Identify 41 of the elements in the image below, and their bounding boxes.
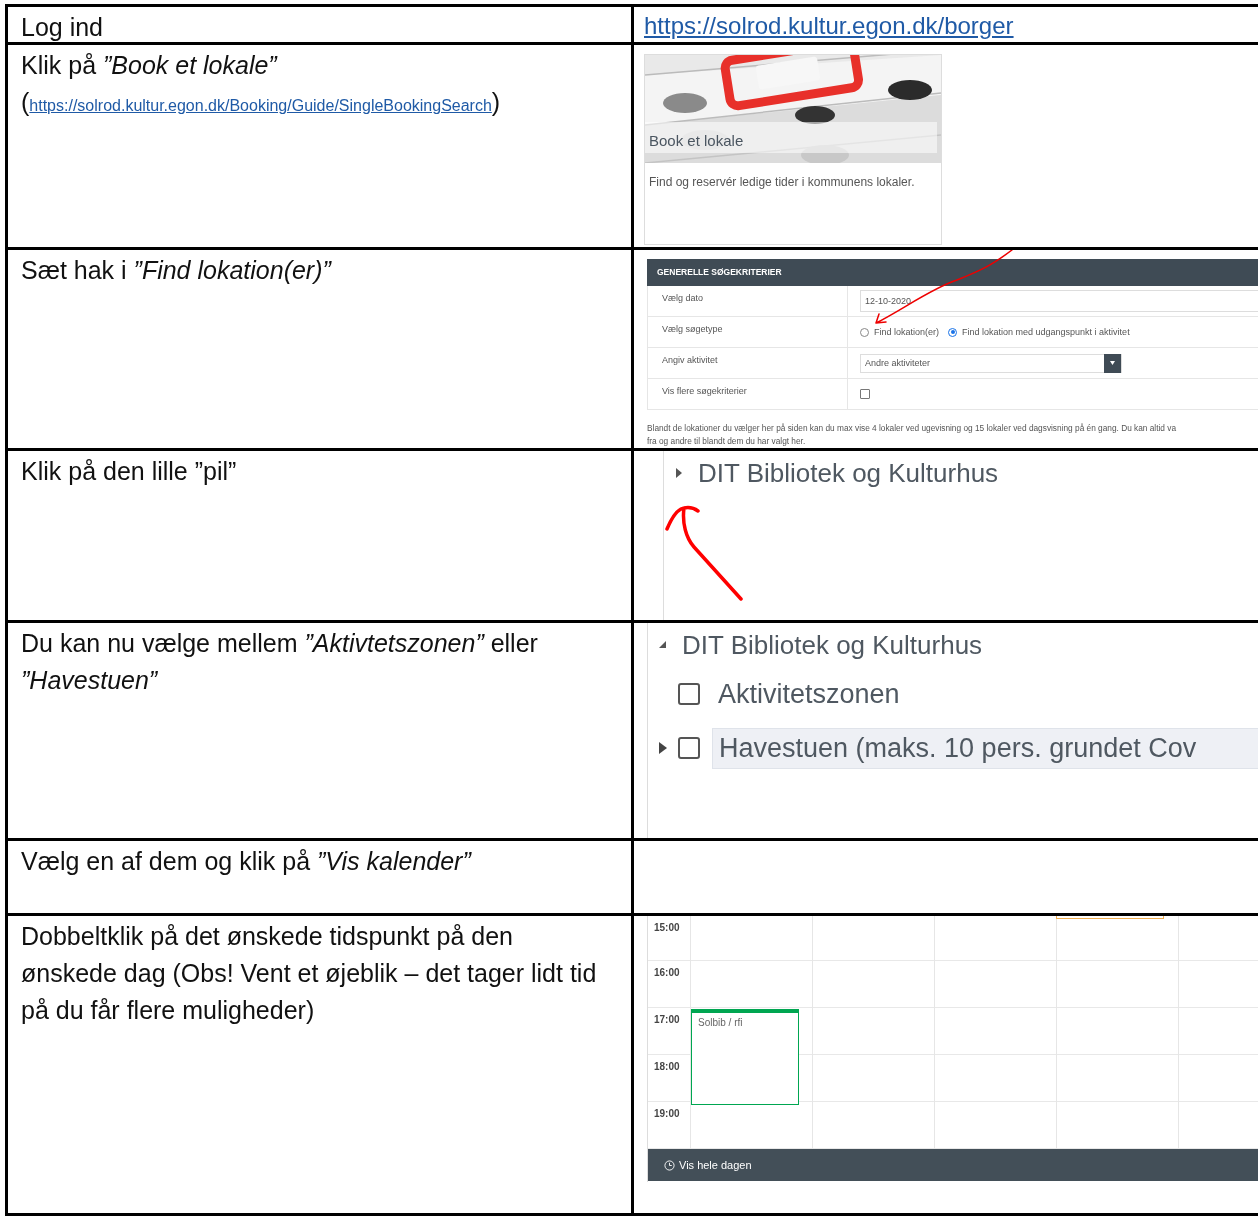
checkbox[interactable] (678, 737, 700, 759)
date-field[interactable]: 12-10-2020 (860, 290, 1258, 312)
field-label: Vis flere søgekriterier (662, 386, 747, 396)
help-text: Blandt de lokationer du vælger her på siden kan du max vise 4 lokaler ved ugevisning og 15 lokaler ved dagsvisning på én gang. Du kan altid va fra og andre til blandt dem du har valgt her. (647, 422, 1178, 448)
tree-item[interactable]: Aktivitetszonen (712, 674, 900, 714)
dropdown[interactable]: Andre aktiviteter (860, 353, 1122, 373)
panel-header: GENERELLE SØGEKRITERIER (647, 259, 1258, 286)
step-text: Klik på ”Book et lokale” (https://solrod.kultur.egon.dk/Booking/Guide/SingleBookingSearch) (21, 50, 502, 118)
step-text: Vælg en af dem og klik på ”Vis kalender” (21, 846, 473, 877)
step-text: Sæt hak i ”Find lokation(er)” (21, 255, 333, 286)
url-link[interactable]: https://solrod.kultur.egon.dk/borger (644, 11, 1014, 41)
step-text: Du kan nu vælge mellem ”Aktivtetszonen” eller ”Havestuen” (21, 628, 539, 696)
field-label: Angiv aktivitet (662, 355, 718, 365)
tree-item[interactable]: DIT Bibliotek og Kulturhus (682, 629, 983, 661)
time-label: 17:00 (654, 1014, 680, 1025)
step-text: Log ind (21, 12, 105, 42)
radio-button[interactable] (860, 327, 869, 337)
tree-item[interactable]: Havestuen (maks. 10 pers. grundet Cov (712, 727, 1258, 769)
field-label: Vælg søgetype (662, 324, 723, 334)
time-label: 15:00 (654, 922, 680, 933)
expand-icon[interactable] (658, 740, 668, 756)
checkbox[interactable] (860, 389, 870, 399)
url-link[interactable]: https://solrod.kultur.egon.dk/Booking/Guide/SingleBookingSearch (29, 97, 492, 114)
radio-button[interactable] (948, 327, 958, 337)
field-label: Vælg dato (662, 293, 704, 303)
service-card[interactable]: Book et lokale Find og reservér ledige tider i kommunens lokaler. (644, 54, 942, 245)
step-text: Dobbeltklik på det ønskede tidspunkt på den ønskede dag (Obs! Vent et øjeblik – det tager lidt tid på du får flere muligheder) (21, 921, 598, 1026)
time-label: 16:00 (654, 967, 680, 978)
tree-item[interactable]: DIT Bibliotek og Kulturhus (698, 457, 999, 489)
show-day-button[interactable]: Vis hele dagen (648, 1149, 1258, 1181)
caret-icon (1110, 361, 1115, 365)
time-label: 19:00 (654, 1108, 680, 1119)
clock-icon (664, 1159, 675, 1171)
calendar-event[interactable]: Solbib / rfi (691, 1009, 799, 1105)
card-title: Book et lokale (645, 122, 937, 153)
card-description: Find og reservér ledige tider i kommunens lokaler. (649, 175, 916, 189)
time-label: 18:00 (654, 1061, 680, 1072)
radio-label[interactable]: Find lokation med udgangspunkt i aktivitet (962, 327, 1130, 337)
checkbox[interactable] (678, 683, 700, 705)
radio-label[interactable]: Find lokation(er) (874, 327, 940, 337)
step-text: Klik på den lille ”pil” (21, 456, 238, 487)
